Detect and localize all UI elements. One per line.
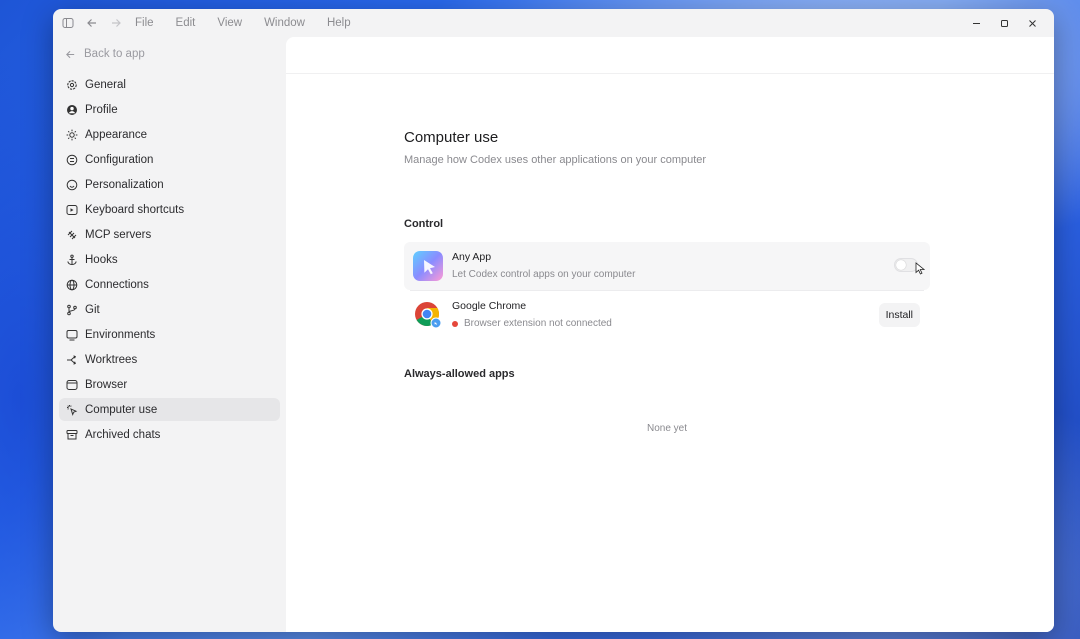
arrow-left-icon [66,50,75,58]
browser-window-icon [66,379,78,391]
back-to-app-label: Back to app [84,48,145,60]
settings-nav: General Profile Appearance Configuration… [59,73,280,448]
chrome-icon [415,302,442,329]
sidebar-item-label: Hooks [85,253,118,266]
sidebar-item-connections[interactable]: Connections [59,273,280,296]
sidebar-item-label: General [85,78,126,91]
minimize-button[interactable] [962,13,990,33]
sidebar-item-label: Git [85,303,100,316]
install-button[interactable]: Install [878,303,920,327]
sidebar-item-label: Connections [85,278,149,291]
sidebar-item-keyboard-shortcuts[interactable]: Keyboard shortcuts [59,198,280,221]
sidebar-item-label: Archived chats [85,428,161,441]
back-arrow-icon[interactable] [83,14,101,32]
pointer-icon [66,404,78,416]
globe-icon [66,279,78,291]
sidebar-item-git[interactable]: Git [59,298,280,321]
mcp-icon [66,229,78,241]
sidebar-item-label: Appearance [85,128,148,141]
git-branch-icon [66,304,78,316]
any-app-row: Any App Let Codex control apps on your c… [404,242,930,290]
sidebar-item-label: Worktrees [85,353,138,366]
mouse-cursor-icon [915,262,925,275]
sidebar-item-label: MCP servers [85,228,152,241]
title-bar: File Edit View Window Help [53,9,1054,37]
sidebar-item-personalization[interactable]: Personalization [59,173,280,196]
settings-sidebar: Back to app General Profile Appearance C… [53,37,286,632]
sun-icon [66,129,78,141]
any-app-description: Let Codex control apps on your computer [452,269,635,280]
google-chrome-title: Google Chrome [452,300,527,312]
always-allowed-empty-state: None yet [646,423,688,434]
sidebar-item-label: Keyboard shortcuts [85,203,185,216]
divider [286,73,1054,74]
sidebar-item-worktrees[interactable]: Worktrees [59,348,280,371]
google-chrome-status-text: Browser extension not connected [464,318,612,329]
keyboard-icon [66,204,78,216]
menu-file[interactable]: File [135,17,154,29]
anchor-icon [66,254,78,266]
settings-sliders-icon [66,154,78,166]
google-chrome-status: Browser extension not connected [452,318,612,329]
sidebar-item-configuration[interactable]: Configuration [59,148,280,171]
gear-icon [66,79,78,91]
always-allowed-heading: Always-allowed apps [404,368,515,380]
sidebar-item-label: Personalization [85,178,164,191]
menu-help[interactable]: Help [327,17,351,29]
any-app-description-text: Let Codex control apps on your computer [452,269,636,280]
user-circle-icon [66,104,78,116]
worktree-icon [66,354,78,366]
sidebar-item-environments[interactable]: Environments [59,323,280,346]
menu-window[interactable]: Window [264,17,305,29]
close-button[interactable] [1018,13,1046,33]
toggle-knob [896,260,906,270]
back-to-app-link[interactable]: Back to app [65,48,145,60]
sidebar-item-label: Configuration [85,153,154,166]
control-list: Any App Let Codex control apps on your c… [404,242,930,339]
page-title: Computer use [404,129,499,146]
monitor-icon [66,329,78,341]
menu-view[interactable]: View [217,17,242,29]
archive-icon [66,429,78,441]
page-subtitle: Manage how Codex uses other applications… [404,154,707,166]
menu-bar: File Edit View Window Help [135,17,373,29]
any-app-icon [413,251,443,281]
forward-arrow-icon[interactable] [107,14,125,32]
sidebar-item-archived-chats[interactable]: Archived chats [59,423,280,446]
google-chrome-row: Google Chrome Browser extension not conn… [404,291,930,339]
sidebar-item-computer-use[interactable]: Computer use [59,398,280,421]
app-window: File Edit View Window Help Back to app G… [53,9,1054,632]
status-dot-icon [452,320,458,327]
sidebar-item-general[interactable]: General [59,73,280,96]
sidebar-toggle-icon[interactable] [59,14,77,32]
sidebar-item-appearance[interactable]: Appearance [59,123,280,146]
sidebar-item-label: Browser [85,378,128,391]
sidebar-item-profile[interactable]: Profile [59,98,280,121]
any-app-title: Any App [452,251,492,263]
sidebar-item-label: Profile [85,103,118,116]
settings-content: Computer use Manage how Codex uses other… [286,37,1054,632]
smile-icon [66,179,78,191]
control-section-heading: Control [404,218,444,230]
sidebar-item-browser[interactable]: Browser [59,373,280,396]
sidebar-item-hooks[interactable]: Hooks [59,248,280,271]
sidebar-item-label: Environments [85,328,156,341]
sidebar-item-mcp-servers[interactable]: MCP servers [59,223,280,246]
window-controls [962,13,1046,33]
sidebar-item-label: Computer use [85,403,158,416]
maximize-button[interactable] [990,13,1018,33]
menu-edit[interactable]: Edit [176,17,196,29]
